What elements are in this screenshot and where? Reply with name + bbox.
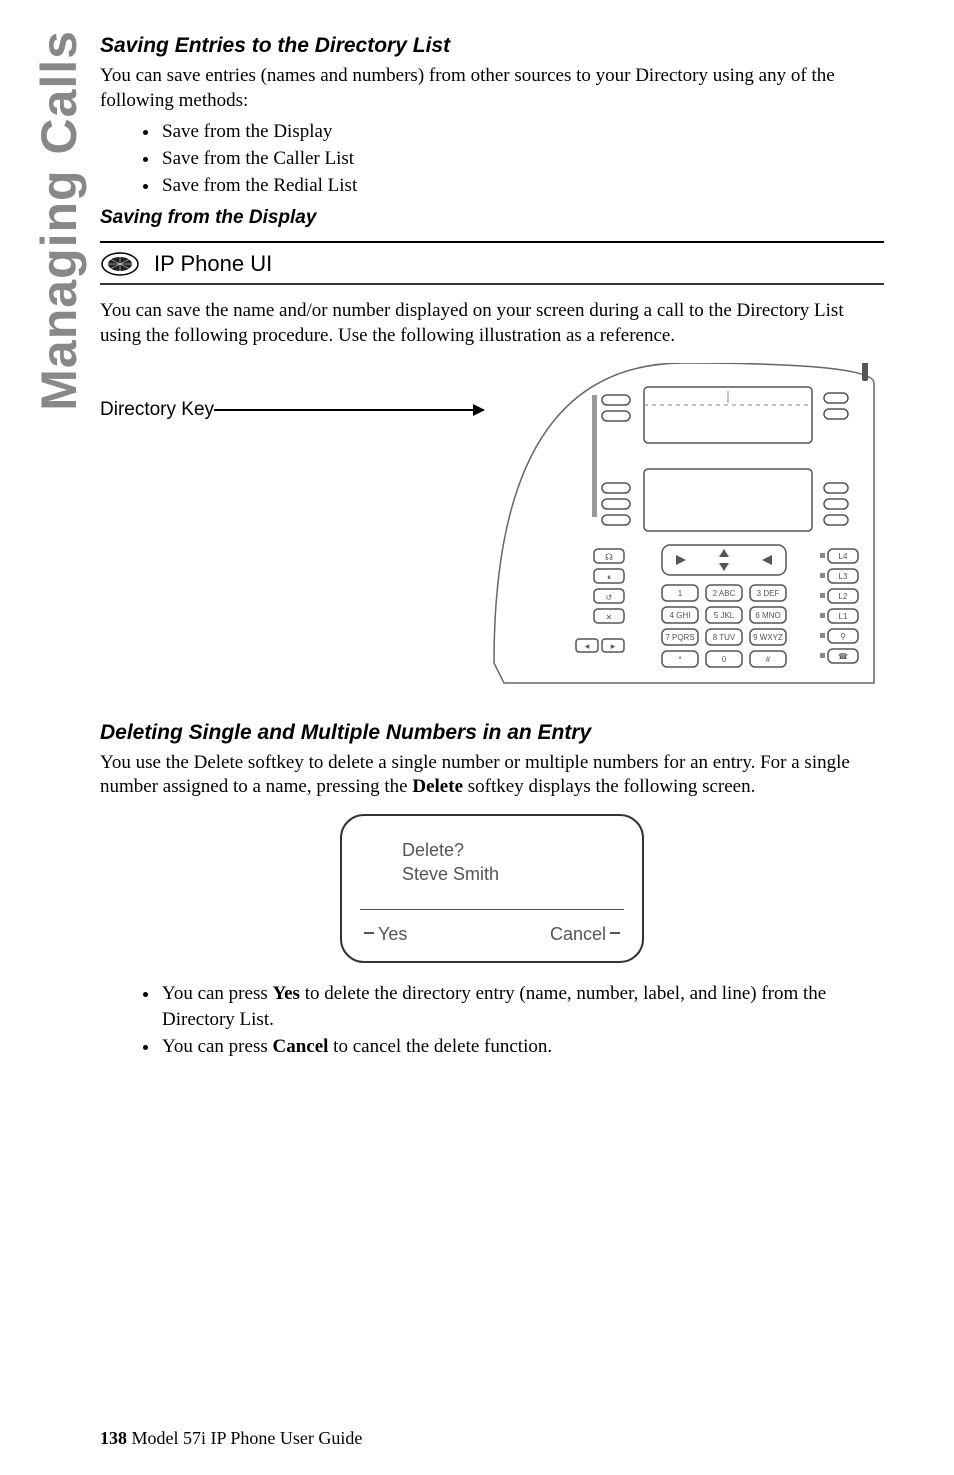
list-item: Save from the Display bbox=[160, 119, 884, 146]
svg-text:7 PQRS: 7 PQRS bbox=[665, 633, 694, 642]
svg-text:#: # bbox=[766, 655, 771, 664]
svg-text:☎: ☎ bbox=[838, 652, 848, 661]
delete-intro-part2: softkey displays the following screen. bbox=[463, 776, 755, 797]
page-number: 138 bbox=[100, 1428, 127, 1448]
svg-text:*: * bbox=[678, 655, 681, 664]
svg-text:8 TUV: 8 TUV bbox=[713, 633, 736, 642]
svg-text:☊: ☊ bbox=[605, 552, 613, 562]
page-footer: 138 Model 57i IP Phone User Guide bbox=[100, 1428, 362, 1449]
ip-phone-ui-banner: IP Phone UI bbox=[100, 241, 884, 285]
procedure-intro: You can save the name and/or number disp… bbox=[100, 299, 884, 348]
svg-text:✕: ✕ bbox=[606, 613, 613, 622]
svg-text:↺: ↺ bbox=[606, 593, 613, 602]
svg-text:⏸: ⏸ bbox=[607, 573, 611, 582]
phone-ui-icon bbox=[100, 251, 140, 277]
directory-key-figure: Directory Key bbox=[100, 363, 884, 703]
figure-pointer-line bbox=[214, 409, 484, 411]
softkey-yes: Yes bbox=[364, 924, 407, 945]
phone-screen-mock: Delete? Steve Smith Yes Cancel bbox=[340, 814, 644, 963]
svg-text:⚲: ⚲ bbox=[840, 632, 846, 641]
ip-phone-ui-label: IP Phone UI bbox=[154, 251, 272, 277]
svg-text:L3: L3 bbox=[839, 572, 848, 581]
list-item: You can press Cancel to cancel the delet… bbox=[160, 1034, 884, 1061]
svg-text:◂: ◂ bbox=[585, 641, 590, 651]
footer-title: Model 57i IP Phone User Guide bbox=[127, 1428, 362, 1448]
softkey-cancel: Cancel bbox=[550, 924, 620, 945]
heading-deleting-numbers: Deleting Single and Multiple Numbers in … bbox=[100, 721, 884, 745]
svg-text:0: 0 bbox=[722, 655, 727, 664]
screen-line-1: Delete? bbox=[402, 838, 622, 862]
svg-text:3 DEF: 3 DEF bbox=[757, 589, 780, 598]
delete-bold: Delete bbox=[412, 776, 463, 797]
svg-text:9 WXYZ: 9 WXYZ bbox=[753, 633, 783, 642]
svg-text:▸: ▸ bbox=[611, 641, 616, 651]
intro-text: You can save entries (names and numbers)… bbox=[100, 64, 884, 113]
list-item: Save from the Caller List bbox=[160, 146, 884, 173]
figure-label: Directory Key bbox=[100, 399, 214, 421]
list-item: You can press Yes to delete the director… bbox=[160, 981, 884, 1034]
heading-saving-from-display: Saving from the Display bbox=[100, 207, 884, 229]
delete-options-list: You can press Yes to delete the director… bbox=[100, 981, 884, 1061]
svg-text:L2: L2 bbox=[839, 592, 848, 601]
screen-line-2: Steve Smith bbox=[402, 862, 622, 886]
method-list: Save from the Display Save from the Call… bbox=[100, 119, 884, 199]
heading-saving-entries: Saving Entries to the Directory List bbox=[100, 34, 884, 58]
side-chapter-label: Managing Calls bbox=[30, 30, 88, 411]
svg-text:4 GHI: 4 GHI bbox=[670, 611, 691, 620]
list-item: Save from the Redial List bbox=[160, 173, 884, 200]
svg-text:1: 1 bbox=[678, 589, 683, 598]
delete-intro: You use the Delete softkey to delete a s… bbox=[100, 751, 884, 800]
svg-text:L1: L1 bbox=[839, 612, 848, 621]
svg-text:6 MNO: 6 MNO bbox=[755, 611, 780, 620]
svg-text:2 ABC: 2 ABC bbox=[713, 589, 736, 598]
phone-illustration: ☊ ⏸ ↺ ✕ ◂ ▸ 12 ABC3 DEF 4 G bbox=[484, 363, 884, 703]
svg-text:5 JKL: 5 JKL bbox=[714, 611, 735, 620]
svg-text:L4: L4 bbox=[839, 552, 848, 561]
